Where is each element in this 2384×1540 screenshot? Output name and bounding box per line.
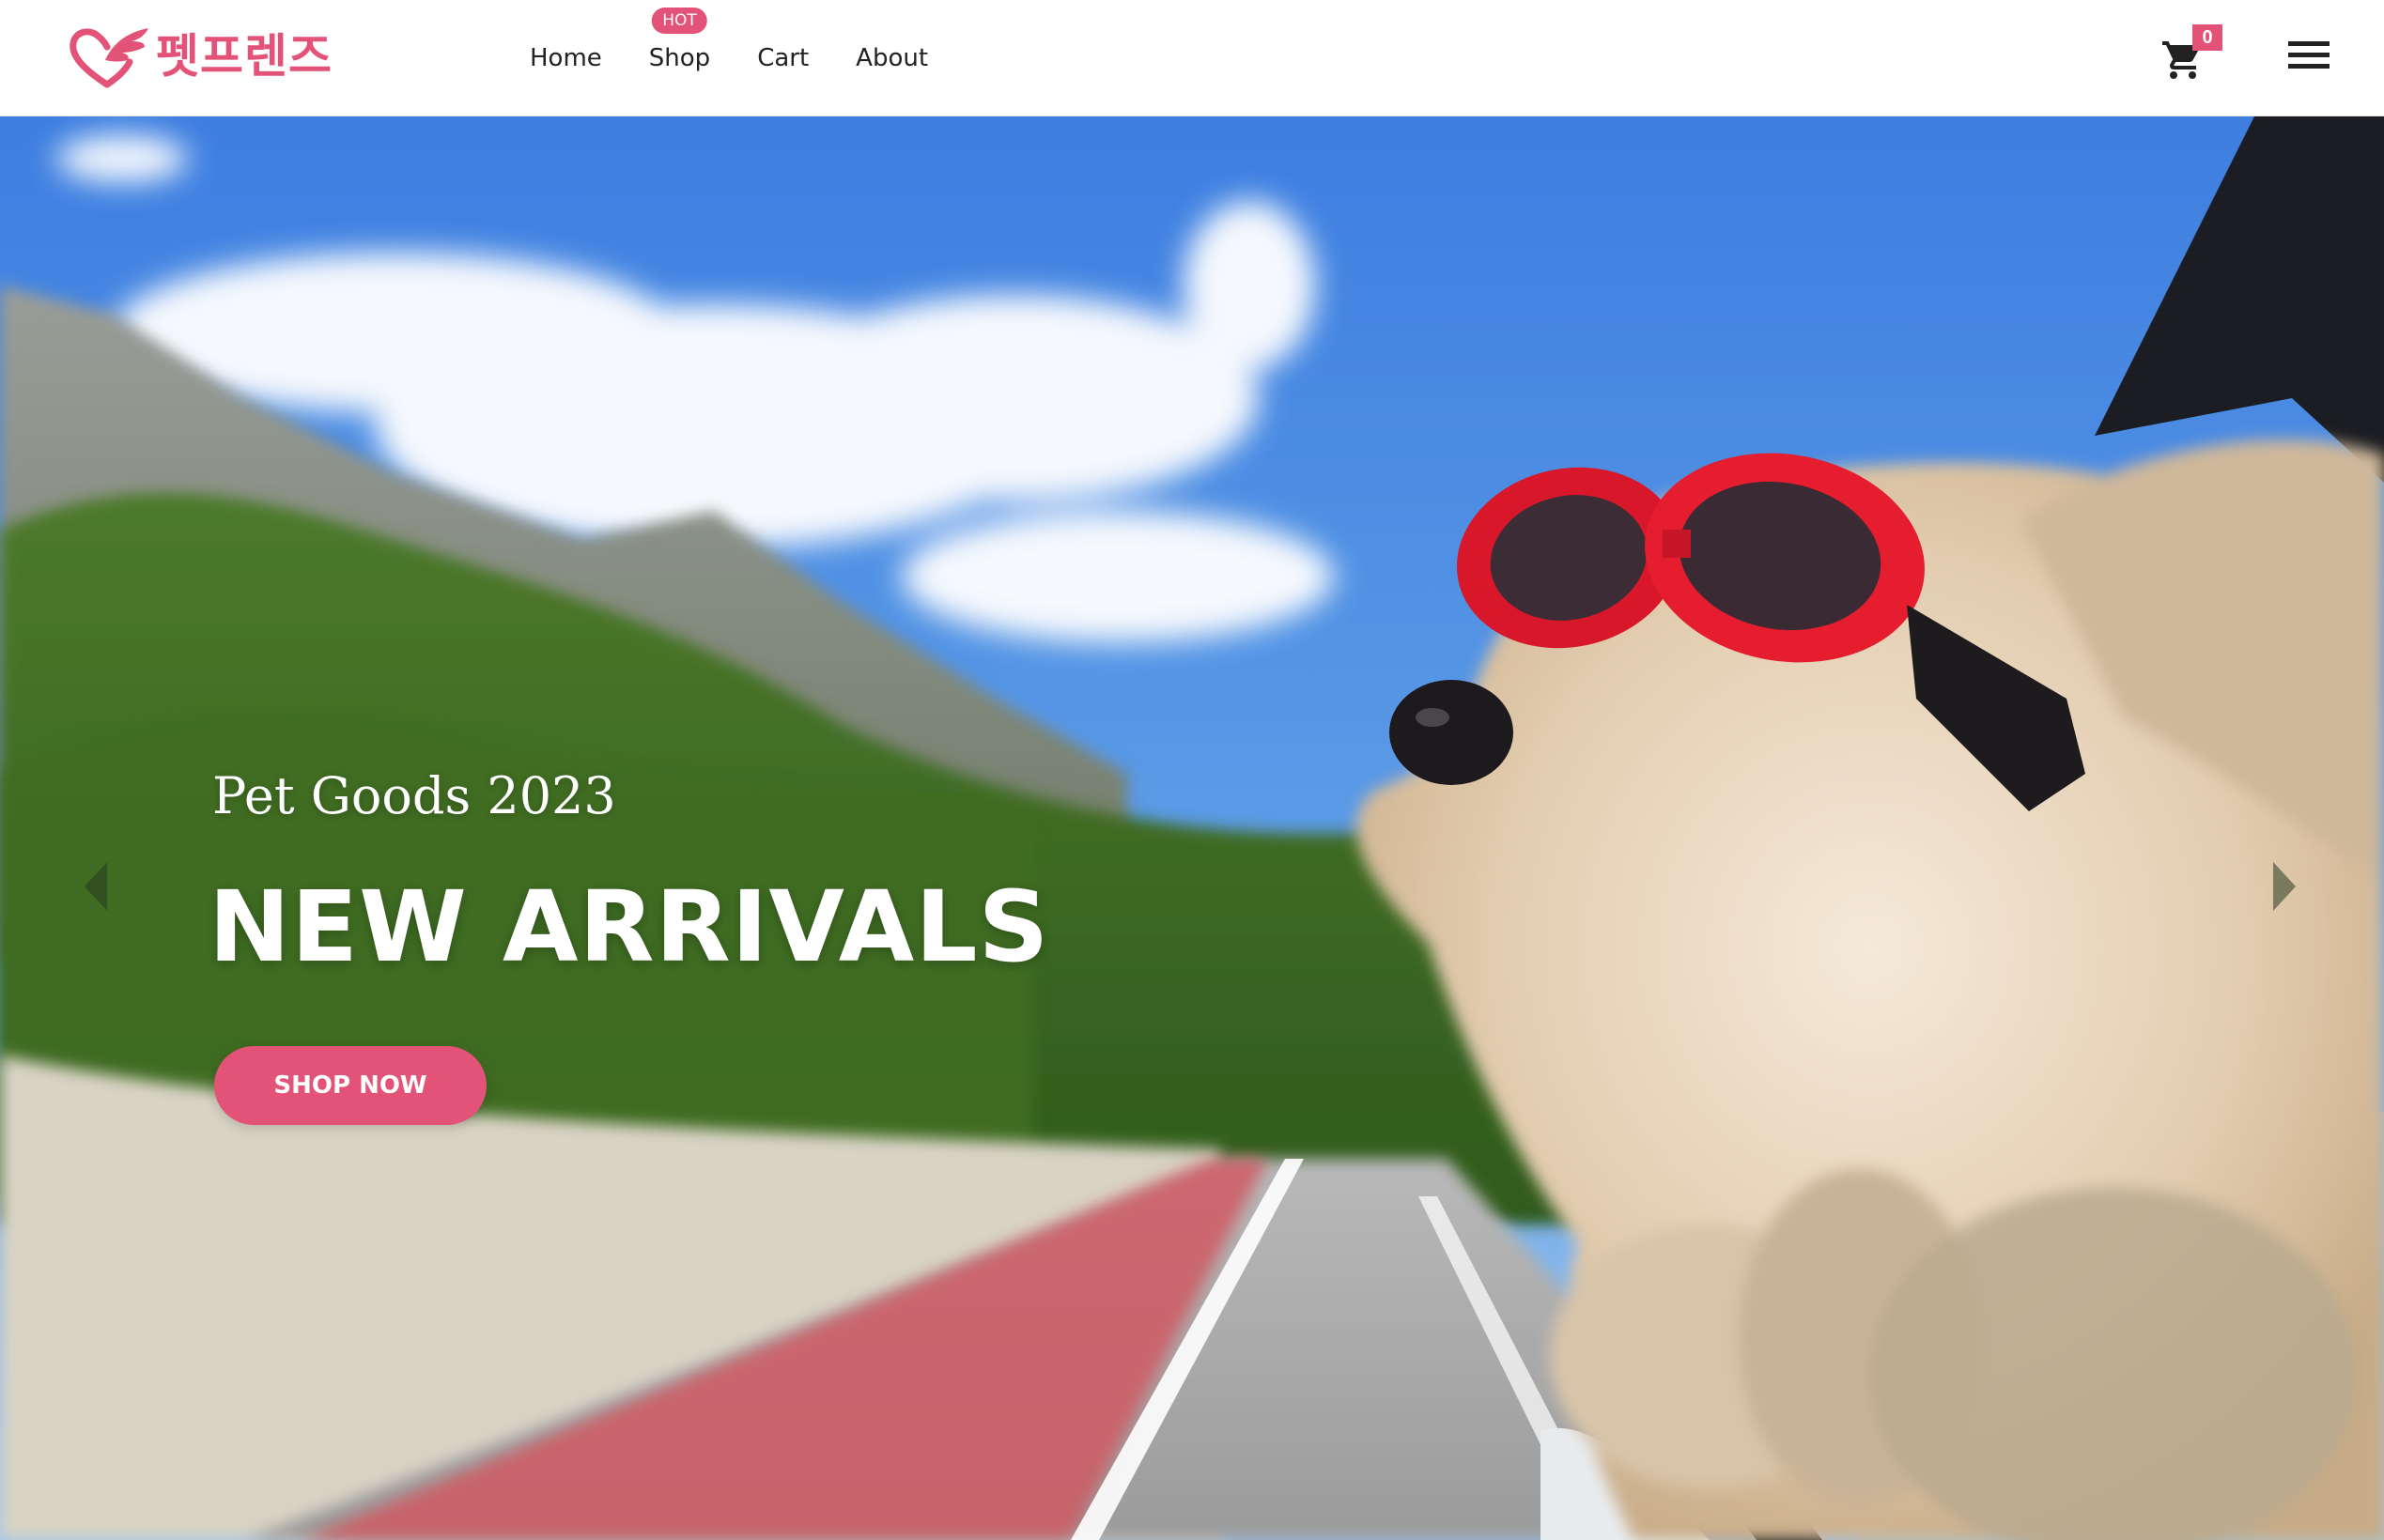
cart-count-badge: 0 bbox=[2192, 24, 2222, 51]
brand-logo[interactable]: 펫프렌즈 bbox=[70, 23, 333, 90]
hero-title: NEW ARRIVALS bbox=[209, 870, 1050, 984]
hamburger-menu-icon bbox=[2288, 41, 2330, 46]
menu-button[interactable] bbox=[2288, 41, 2330, 75]
nav-shop-label: Shop bbox=[648, 44, 711, 72]
cart-button[interactable]: 0 bbox=[2160, 24, 2222, 83]
nav-home[interactable]: Home bbox=[530, 0, 602, 116]
slider-next-button[interactable] bbox=[2264, 858, 2301, 915]
shop-now-button[interactable]: SHOP NOW bbox=[214, 1046, 487, 1125]
nav-cart[interactable]: Cart bbox=[757, 0, 809, 116]
hamburger-line bbox=[2288, 53, 2330, 57]
hero-image bbox=[0, 116, 2384, 1540]
site-header: 펫프렌즈 Home Shop HOT Cart About 0 bbox=[0, 0, 2384, 116]
brand-name: 펫프렌즈 bbox=[156, 29, 333, 84]
hero-banner: Pet Goods 2023 NEW ARRIVALS SHOP NOW bbox=[0, 116, 2384, 1540]
chevron-right-icon bbox=[2273, 862, 2296, 911]
chevron-left-icon bbox=[85, 862, 107, 911]
slider-prev-button[interactable] bbox=[79, 858, 116, 915]
main-nav: Home Shop HOT Cart About bbox=[530, 0, 975, 116]
hot-badge: HOT bbox=[652, 8, 707, 34]
nav-about[interactable]: About bbox=[856, 0, 928, 116]
hero-subtitle: Pet Goods 2023 bbox=[212, 766, 616, 825]
nav-shop[interactable]: Shop HOT bbox=[649, 0, 710, 116]
hamburger-line bbox=[2288, 64, 2330, 69]
heart-wing-logo-icon bbox=[70, 28, 148, 88]
